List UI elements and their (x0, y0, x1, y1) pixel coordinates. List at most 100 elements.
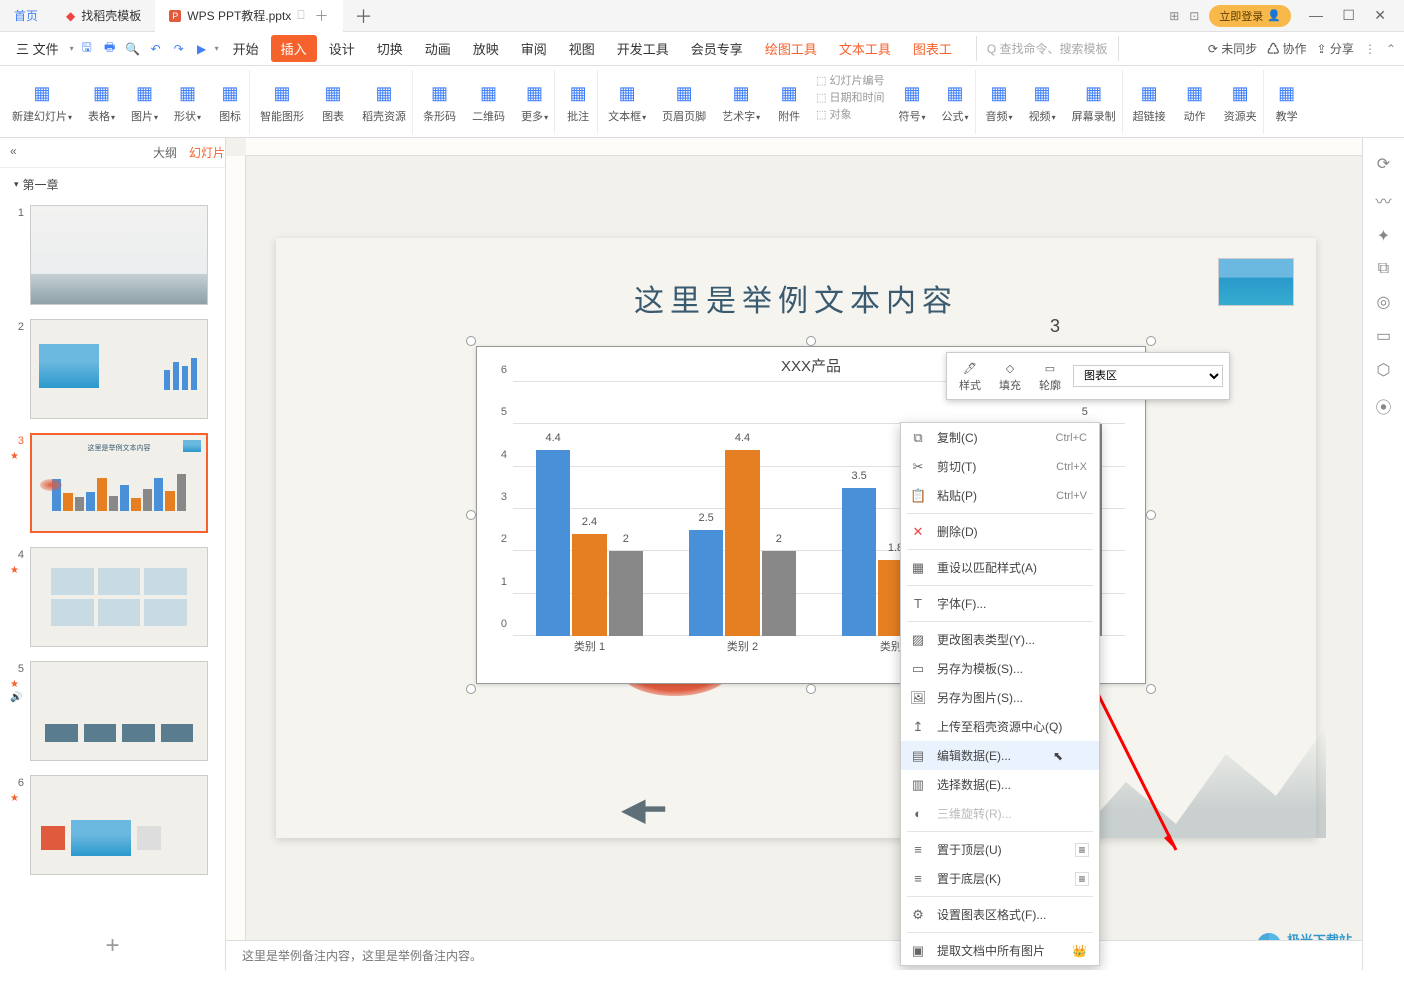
collapse-panel[interactable]: « (0, 144, 17, 161)
bar-1-1[interactable]: 4.4 (725, 450, 759, 636)
thumbnail-5[interactable] (30, 661, 208, 761)
tool-audio[interactable]: ▦音频▾ (980, 70, 1019, 134)
tool-action[interactable]: ▦动作 (1176, 70, 1214, 134)
style-button[interactable]: 🖊样式 (953, 357, 987, 395)
chart-element-select[interactable]: 图表区 (1073, 365, 1223, 387)
menu-tab-2[interactable]: 设计 (319, 35, 365, 62)
outline-button[interactable]: ▭轮廓 (1033, 357, 1067, 395)
slide-title[interactable]: 这里是举例文本内容 (276, 238, 1316, 320)
ctx-saveimage[interactable]: 🖼另存为图片(S)... (901, 683, 1099, 712)
tool-docer[interactable]: ▦稻壳资源 (356, 70, 413, 134)
outline-tab[interactable]: 大纲 (153, 144, 177, 161)
tool-more[interactable]: ▦更多▾ (515, 70, 555, 134)
section-header[interactable]: ▾第一章 (0, 168, 225, 201)
close-button[interactable]: ✕ (1366, 7, 1394, 23)
menu-tab-6[interactable]: 审阅 (511, 35, 557, 62)
tool-object[interactable]: ⬚对象 (816, 106, 884, 122)
play-icon[interactable]: ▶ (192, 39, 212, 59)
preview-icon[interactable]: 🔍 (123, 39, 143, 59)
tool-new-slide[interactable]: ▦新建幻灯片▾ (6, 70, 78, 134)
tool-picture[interactable]: ▦图片▾ (125, 70, 164, 134)
ctx-copy[interactable]: ⧉复制(C)Ctrl+C (901, 423, 1099, 452)
ctx-savetemplate[interactable]: ▭另存为模板(S)... (901, 654, 1099, 683)
more-menu-icon[interactable]: ⋮ (1364, 42, 1376, 56)
ctx-front[interactable]: ≡置于顶层(U)▸≡ (901, 835, 1099, 864)
menu-tab-0[interactable]: 开始 (223, 35, 269, 62)
ctx-cut[interactable]: ✂剪切(T)Ctrl+X (901, 452, 1099, 481)
tool-textbox[interactable]: ▦文本框▾ (602, 70, 652, 134)
tool-symbol[interactable]: ▦符号▾ (893, 70, 932, 134)
menu-tab-5[interactable]: 放映 (463, 35, 509, 62)
ctx-paste[interactable]: 📋粘贴(P)Ctrl+V (901, 481, 1099, 510)
collab-button[interactable]: ♺ 协作 (1267, 40, 1306, 57)
thumbnail-3[interactable]: 这里是举例文本内容 (30, 433, 208, 533)
ctx-font[interactable]: T字体(F)... (901, 589, 1099, 618)
tool-hyperlink[interactable]: ▦超链接 (1127, 70, 1172, 134)
grid-icon[interactable]: ⊡ (1189, 9, 1199, 23)
ctx-back[interactable]: ≡置于底层(K)▸≡ (901, 864, 1099, 893)
sync-status[interactable]: ⟳ 未同步 (1208, 40, 1257, 57)
bar-1-2[interactable]: 2 (762, 551, 796, 636)
tool-teaching[interactable]: ▦教学 (1268, 70, 1306, 134)
undo-icon[interactable]: ↶ (146, 39, 166, 59)
tool-tab-2[interactable]: 图表工 (903, 35, 962, 62)
tool-qrcode[interactable]: ▦二维码 (466, 70, 511, 134)
print-icon[interactable]: 🖶 (100, 39, 120, 59)
search-input[interactable]: Q 查找命令、搜索模板 (976, 36, 1119, 61)
menu-tab-1[interactable]: 插入 (271, 35, 317, 62)
minimize-button[interactable]: — (1301, 7, 1331, 23)
tool-datetime[interactable]: ⬚日期和时间 (816, 89, 884, 105)
file-menu[interactable]: 三 文件 (8, 39, 67, 58)
tab-add[interactable]: ＋ (343, 0, 385, 32)
rail-settings-icon[interactable]: 〰 (1375, 188, 1391, 212)
ctx-selectdata[interactable]: ▥选择数据(E)... (901, 770, 1099, 799)
ctx-reset[interactable]: ▦重设以匹配样式(A) (901, 553, 1099, 582)
tool-tab-0[interactable]: 绘图工具 (755, 35, 827, 62)
thumbnail-1[interactable] (30, 205, 208, 305)
tool-icon[interactable]: ▦图标 (211, 70, 250, 134)
tab-home[interactable]: 首页 (0, 0, 52, 32)
save-icon[interactable]: 🖫 (77, 39, 97, 59)
tool-shape[interactable]: ▦形状▾ (168, 70, 207, 134)
menu-tab-7[interactable]: 视图 (559, 35, 605, 62)
tool-video[interactable]: ▦视频▾ (1023, 70, 1062, 134)
ctx-upload[interactable]: ↥上传至稻壳资源中心(Q) (901, 712, 1099, 741)
tool-attach[interactable]: ▦附件 (770, 70, 808, 134)
bar-1-0[interactable]: 2.5 (689, 530, 723, 636)
bar-0-2[interactable]: 2 (609, 551, 643, 636)
tool-wordart[interactable]: ▦艺术字▾ (716, 70, 766, 134)
bar-2-0[interactable]: 3.5 (842, 488, 876, 636)
menu-tab-9[interactable]: 会员专享 (681, 35, 753, 62)
tool-screenrec[interactable]: ▦屏幕录制 (1066, 70, 1123, 134)
slide[interactable]: 这里是举例文本内容 3 P ≡ ◀━ XXX产品 0123456 4.42.42… (276, 238, 1316, 838)
tool-comment[interactable]: ▦批注 (559, 70, 598, 134)
tool-table[interactable]: ▦表格▾ (82, 70, 121, 134)
login-button[interactable]: 立即登录👤 (1209, 5, 1291, 27)
rail-ai-icon[interactable]: ⟳ (1377, 154, 1390, 174)
ctx-format[interactable]: ⚙设置图表区格式(F)... (901, 900, 1099, 929)
bar-0-1[interactable]: 2.4 (572, 534, 606, 636)
slides-tab[interactable]: 幻灯片 (189, 144, 225, 161)
ctx-editdata[interactable]: ▤编辑数据(E)...⬉ (901, 741, 1099, 770)
maximize-button[interactable]: ☐ (1334, 7, 1363, 23)
thumbnail-4[interactable] (30, 547, 208, 647)
tool-chart[interactable]: ▦图表 (314, 70, 352, 134)
tool-smartart[interactable]: ▦智能图形 (254, 70, 310, 134)
bar-0-0[interactable]: 4.4 (536, 450, 570, 636)
thumbnail-6[interactable] (30, 775, 208, 875)
ctx-delete[interactable]: ✕删除(D) (901, 517, 1099, 546)
add-slide-button[interactable]: + (0, 922, 225, 970)
share-button[interactable]: ⇪ 分享 (1317, 40, 1354, 57)
rail-layout-icon[interactable]: ⧉ (1378, 260, 1389, 278)
slide-image[interactable] (1218, 258, 1294, 306)
tool-headerfooter[interactable]: ▦页眉页脚 (656, 70, 712, 134)
expand-icon[interactable]: ⌃ (1386, 42, 1396, 56)
menu-tab-3[interactable]: 切换 (367, 35, 413, 62)
tool-tab-1[interactable]: 文本工具 (829, 35, 901, 62)
redo-icon[interactable]: ↷ (169, 39, 189, 59)
dropdown-icon[interactable]: ⎕ (297, 8, 304, 23)
tool-resources[interactable]: ▦资源夹 (1218, 70, 1264, 134)
menu-tab-8[interactable]: 开发工具 (607, 35, 679, 62)
rail-cube-icon[interactable]: ⬡ (1377, 360, 1391, 380)
rail-sparkle-icon[interactable]: ✦ (1377, 226, 1390, 246)
